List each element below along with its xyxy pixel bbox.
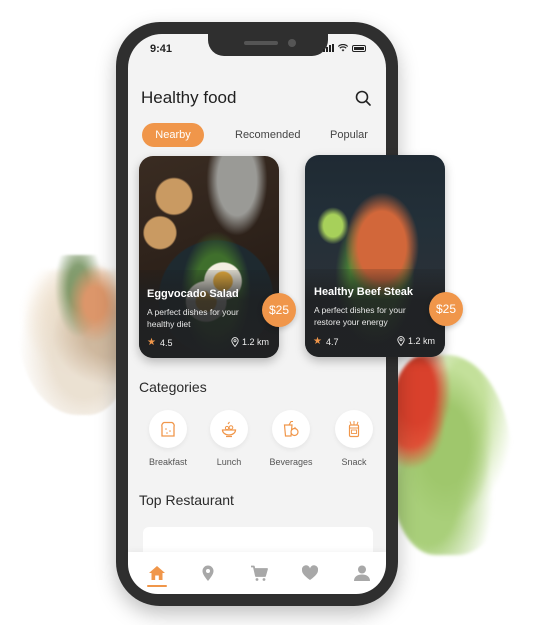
phone-notch: [208, 34, 328, 56]
top-restaurant-heading: Top Restaurant: [139, 492, 234, 508]
star-icon: ★: [147, 337, 156, 348]
drink-icon: [283, 420, 299, 437]
category-label: Beverages: [269, 457, 313, 467]
rating-value: 4.5: [159, 337, 173, 348]
battery-icon: [352, 44, 366, 52]
distance-value: 1.2 km: [241, 337, 269, 347]
bowl-icon: [221, 421, 237, 438]
status-time: 9:41: [150, 43, 173, 55]
location-pin-icon: [231, 337, 239, 347]
category-beverages[interactable]: Beverages: [261, 410, 321, 467]
category-label: Breakfast: [148, 457, 188, 467]
filter-tabs: Nearby Recomended Popular: [142, 123, 382, 147]
category-snack[interactable]: Snack: [324, 410, 384, 467]
category-label: Snack: [341, 457, 367, 467]
profile-icon[interactable]: [353, 564, 371, 582]
tab-nearby[interactable]: Nearby: [142, 123, 204, 147]
search-icon[interactable]: [354, 89, 372, 107]
background-salad-image: [392, 355, 512, 555]
camera: [288, 39, 296, 47]
food-name: Healthy Beef Steak: [314, 286, 414, 298]
home-icon[interactable]: [148, 564, 166, 582]
food-distance: 1.2 km: [397, 336, 435, 346]
heart-icon[interactable]: [301, 564, 319, 582]
tab-recomended[interactable]: Recomended: [235, 123, 300, 147]
background-wrap-image: [18, 255, 128, 415]
food-description: A perfect dishes for your healthy diet: [147, 307, 239, 329]
category-breakfast[interactable]: Breakfast: [138, 410, 198, 467]
category-lunch[interactable]: Lunch: [199, 410, 259, 467]
food-rating: ★ 4.5: [147, 337, 172, 348]
categories-heading: Categories: [139, 379, 207, 395]
price-badge: $25: [262, 293, 296, 327]
food-distance: 1.2 km: [231, 337, 269, 347]
bread-icon: [161, 421, 175, 437]
speaker: [244, 41, 278, 45]
distance-value: 1.2 km: [407, 336, 435, 346]
price-badge: $25: [429, 292, 463, 326]
wifi-icon: [338, 44, 348, 52]
page-title: Healthy food: [141, 88, 237, 107]
status-icons: [323, 44, 366, 52]
food-name: Eggvocado Salad: [147, 288, 239, 300]
location-pin-icon: [397, 336, 405, 346]
location-icon[interactable]: [199, 564, 217, 582]
cart-icon[interactable]: [250, 564, 268, 582]
tab-popular[interactable]: Popular: [330, 123, 368, 147]
food-card-healthy-beef-steak[interactable]: Healthy Beef Steak A perfect dishes for …: [305, 155, 445, 357]
bottom-navigation: [128, 552, 386, 594]
food-rating: ★ 4.7: [313, 336, 338, 347]
category-label: Lunch: [216, 457, 242, 467]
food-card-eggvocado-salad[interactable]: Eggvocado Salad A perfect dishes for you…: [139, 156, 279, 358]
active-tab-indicator: [147, 585, 167, 587]
rating-value: 4.7: [325, 336, 339, 347]
snack-jar-icon: [348, 421, 360, 438]
food-description: A perfect dishes for your restore your e…: [314, 305, 406, 327]
star-icon: ★: [313, 336, 322, 347]
signal-icon: [323, 44, 334, 52]
